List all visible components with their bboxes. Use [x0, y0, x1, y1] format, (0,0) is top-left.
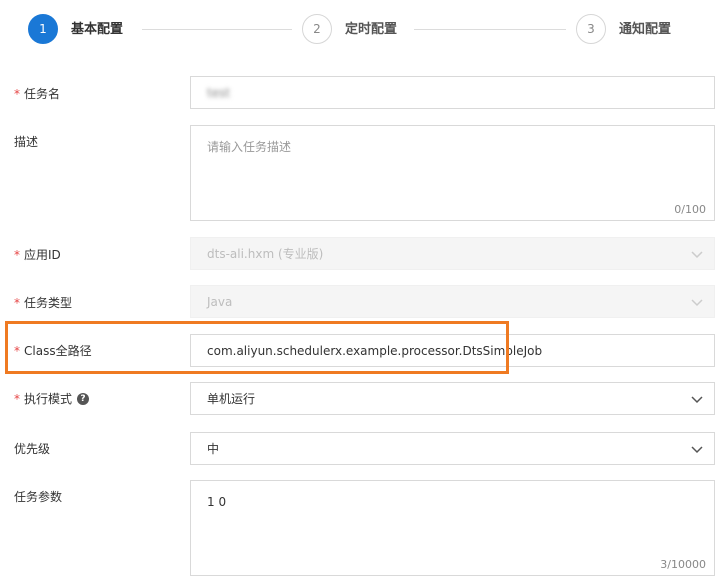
- priority-value: 中: [207, 442, 220, 456]
- step-3-label[interactable]: 通知配置: [619, 21, 671, 39]
- question-circle-icon[interactable]: ?: [77, 393, 90, 405]
- task-params-value: 1 0: [207, 495, 227, 509]
- chevron-down-icon: [691, 250, 703, 258]
- required-mark: *: [14, 248, 20, 262]
- description-placeholder: 请输入任务描述: [207, 140, 292, 154]
- exec-mode-select[interactable]: 单机运行: [190, 382, 715, 415]
- steps-bar: 1 基本配置 2 定时配置 3 通知配置: [0, 0, 719, 60]
- app-id-value: dts-ali.hxm (专业版): [207, 247, 324, 261]
- exec-mode-label-text: 执行模式: [24, 392, 73, 406]
- description-char-counter: 0/100: [674, 203, 706, 216]
- class-path-label: * Class全路径: [14, 342, 92, 360]
- app-id-label-text: 应用ID: [24, 248, 61, 262]
- exec-mode-value: 单机运行: [207, 392, 256, 406]
- task-type-label: * 任务类型: [14, 294, 72, 312]
- priority-label: 优先级: [14, 440, 50, 458]
- task-name-value: test: [207, 85, 231, 100]
- task-params-label-text: 任务参数: [14, 490, 63, 504]
- task-name-input[interactable]: test: [190, 76, 715, 109]
- app-id-label: * 应用ID: [14, 246, 61, 264]
- app-id-select: dts-ali.hxm (专业版): [190, 237, 715, 270]
- task-params-label: 任务参数: [14, 488, 62, 506]
- task-params-char-counter: 3/10000: [660, 558, 706, 571]
- step-2-circle[interactable]: 2: [302, 14, 332, 44]
- chevron-down-icon: [691, 298, 703, 306]
- task-name-label-text: 任务名: [24, 87, 61, 101]
- priority-label-text: 优先级: [14, 442, 51, 456]
- class-path-label-text: Class全路径: [24, 344, 92, 358]
- task-type-value: Java: [207, 294, 233, 309]
- task-type-select: Java: [190, 285, 715, 318]
- task-type-label-text: 任务类型: [24, 296, 73, 310]
- step-connector-2: [414, 29, 566, 30]
- step-2-number: 2: [313, 22, 321, 36]
- step-2-label[interactable]: 定时配置: [345, 21, 397, 39]
- task-name-label: * 任务名: [14, 85, 60, 103]
- description-label: 描述: [14, 133, 38, 151]
- step-connector-1: [142, 29, 292, 30]
- step-1-number: 1: [39, 22, 47, 36]
- step-3-circle[interactable]: 3: [576, 14, 606, 44]
- step-1-circle[interactable]: 1: [28, 14, 58, 44]
- step-1-label[interactable]: 基本配置: [71, 21, 123, 39]
- priority-select[interactable]: 中: [190, 432, 715, 465]
- chevron-down-icon: [691, 395, 703, 403]
- chevron-down-icon: [691, 445, 703, 453]
- exec-mode-label: * 执行模式 ?: [14, 390, 90, 408]
- required-mark: *: [14, 344, 20, 358]
- required-mark: *: [14, 87, 20, 101]
- step-3-number: 3: [587, 22, 595, 36]
- class-path-value: com.aliyun.schedulerx.example.processor.…: [207, 343, 543, 358]
- description-label-text: 描述: [14, 135, 39, 149]
- class-path-input[interactable]: com.aliyun.schedulerx.example.processor.…: [190, 334, 715, 367]
- description-textarea[interactable]: 请输入任务描述 0/100: [190, 125, 715, 221]
- required-mark: *: [14, 392, 20, 406]
- task-params-textarea[interactable]: 1 0 3/10000: [190, 480, 715, 576]
- required-mark: *: [14, 296, 20, 310]
